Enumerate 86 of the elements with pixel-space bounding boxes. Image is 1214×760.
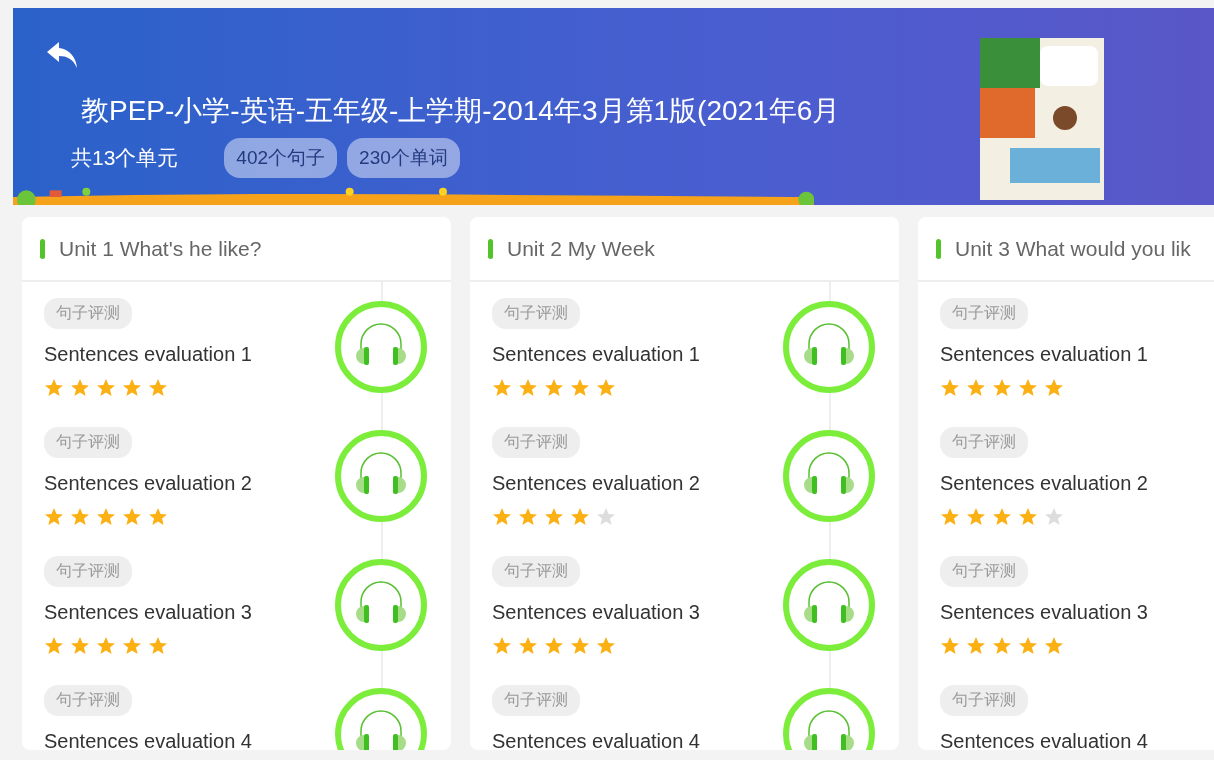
star-icon — [44, 636, 64, 656]
unit-count: 共13个单元 — [71, 145, 179, 171]
star-icon — [544, 636, 564, 656]
exercise-title[interactable]: Sentences evaluation 2 — [44, 472, 451, 495]
star-icon — [544, 378, 564, 398]
star-icon — [122, 378, 142, 398]
unit-title: Unit 2 My Week — [507, 236, 655, 261]
star-icon — [570, 378, 590, 398]
star-icon — [518, 378, 538, 398]
exercise-title[interactable]: Sentences evaluation 3 — [492, 601, 899, 624]
category-tag: 句子评测 — [940, 556, 1028, 587]
star-icon — [1044, 378, 1064, 398]
count-badge: 230个单词 — [347, 138, 460, 178]
exercise-title[interactable]: Sentences evaluation 4 — [492, 730, 899, 750]
unit-title: Unit 3 What would you lik — [955, 236, 1191, 261]
exercise-title[interactable]: Sentences evaluation 4 — [44, 730, 451, 750]
star-icon — [122, 507, 142, 527]
star-icon — [96, 378, 116, 398]
star-icon — [96, 507, 116, 527]
star-icon — [992, 507, 1012, 527]
star-icon — [570, 507, 590, 527]
category-tag: 句子评测 — [44, 556, 132, 587]
star-icon — [1044, 636, 1064, 656]
category-tag: 句子评测 — [492, 685, 580, 716]
exercise-title[interactable]: Sentences evaluation 3 — [940, 601, 1214, 624]
star-icon — [940, 378, 960, 398]
star-icon — [492, 378, 512, 398]
star-icon — [940, 636, 960, 656]
star-icon — [518, 507, 538, 527]
exercise-title[interactable]: Sentences evaluation 2 — [492, 472, 899, 495]
star-icon — [492, 636, 512, 656]
star-icon — [518, 636, 538, 656]
star-icon — [148, 636, 168, 656]
headphones-icon[interactable] — [334, 300, 428, 394]
category-tag: 句子评测 — [492, 298, 580, 329]
star-icon — [492, 507, 512, 527]
star-icon — [570, 636, 590, 656]
category-tag: 句子评测 — [940, 427, 1028, 458]
book-title: 教PEP-小学-英语-五年级-上学期-2014年3月第1版(2021年6月 — [81, 94, 842, 128]
star-icon — [992, 378, 1012, 398]
star-icon — [966, 378, 986, 398]
category-tag: 句子评测 — [44, 298, 132, 329]
category-tag: 句子评测 — [44, 427, 132, 458]
category-tag: 句子评测 — [44, 685, 132, 716]
star-icon — [1018, 507, 1038, 527]
exercise-title[interactable]: Sentences evaluation 1 — [492, 343, 899, 366]
star-icon — [966, 507, 986, 527]
star-icon — [44, 507, 64, 527]
star-icon — [148, 507, 168, 527]
star-icon — [940, 507, 960, 527]
star-icon — [596, 636, 616, 656]
headphones-icon[interactable] — [782, 558, 876, 652]
star-icon — [1044, 507, 1064, 527]
category-tag: 句子评测 — [940, 298, 1028, 329]
count-badge: 402个句子 — [224, 138, 338, 178]
star-icon — [122, 636, 142, 656]
back-arrow-icon[interactable] — [45, 40, 79, 70]
category-tag: 句子评测 — [492, 556, 580, 587]
exercise-title[interactable]: Sentences evaluation 1 — [940, 343, 1214, 366]
headphones-icon[interactable] — [782, 429, 876, 523]
unit-title: Unit 1 What's he like? — [59, 236, 262, 261]
star-icon — [1018, 378, 1038, 398]
star-icon — [1018, 636, 1038, 656]
star-icon — [992, 636, 1012, 656]
exercise-title[interactable]: Sentences evaluation 4 — [940, 730, 1214, 750]
exercise-title[interactable]: Sentences evaluation 3 — [44, 601, 451, 624]
star-icon — [596, 378, 616, 398]
star-icon — [596, 507, 616, 527]
category-tag: 句子评测 — [492, 427, 580, 458]
accent-bar — [40, 238, 45, 259]
star-icon — [44, 378, 64, 398]
exercise-title[interactable]: Sentences evaluation 1 — [44, 343, 451, 366]
star-icon — [70, 507, 90, 527]
star-icon — [966, 636, 986, 656]
star-icon — [96, 636, 116, 656]
star-icon — [148, 378, 168, 398]
star-icon — [70, 378, 90, 398]
headphones-icon[interactable] — [334, 429, 428, 523]
star-icon — [70, 636, 90, 656]
headphones-icon[interactable] — [782, 300, 876, 394]
accent-bar — [936, 238, 941, 259]
accent-bar — [488, 238, 493, 259]
category-tag: 句子评测 — [940, 685, 1028, 716]
headphones-icon[interactable] — [334, 558, 428, 652]
exercise-title[interactable]: Sentences evaluation 2 — [940, 472, 1214, 495]
star-icon — [544, 507, 564, 527]
